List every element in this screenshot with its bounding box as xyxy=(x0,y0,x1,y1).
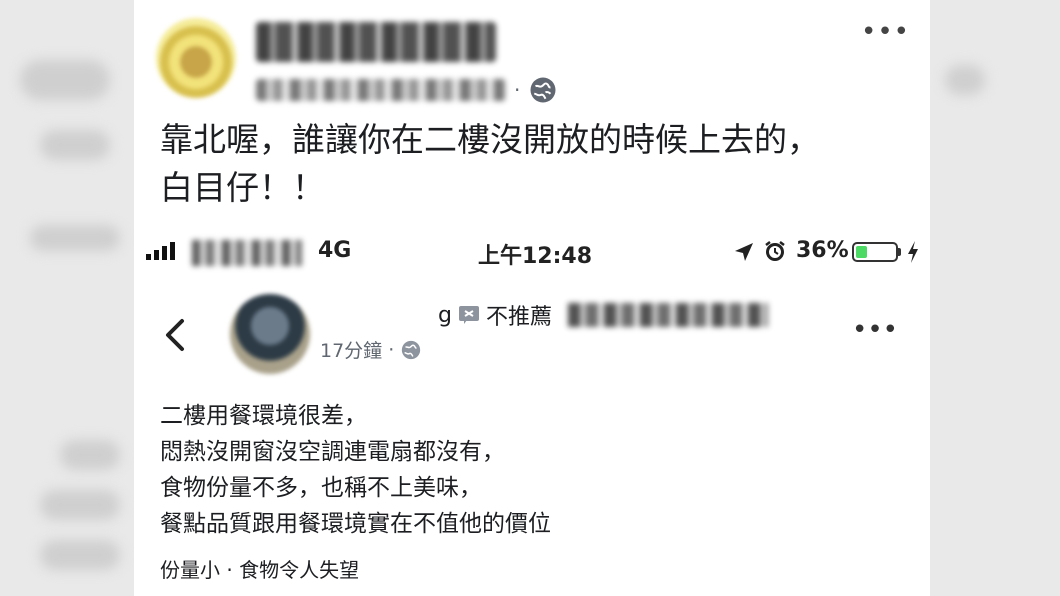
network-type: 4G xyxy=(318,238,352,263)
signal-strength-icon xyxy=(146,242,175,260)
status-bar: 4G 上午12:48 36% xyxy=(134,232,930,272)
location-arrow-icon xyxy=(735,243,753,261)
charging-bolt-icon xyxy=(908,241,918,263)
status-time: 上午12:48 xyxy=(478,244,593,269)
not-recommend-icon xyxy=(458,306,479,324)
globe-icon xyxy=(402,340,421,359)
more-options-button[interactable]: ••• xyxy=(852,317,898,343)
back-arrow-icon[interactable] xyxy=(162,318,188,352)
meta-separator: · xyxy=(388,338,395,361)
blurred-timestamp[interactable] xyxy=(256,79,506,101)
reviewer-name-fragment[interactable]: g xyxy=(438,303,452,328)
avatar[interactable] xyxy=(156,18,236,98)
alarm-icon xyxy=(765,241,785,261)
post-meta: · xyxy=(256,72,558,108)
battery-nub xyxy=(898,248,901,256)
post-text-line: 靠北喔，誰讓你在二樓沒開放的時候上去的， xyxy=(160,120,820,159)
more-options-button[interactable]: ••• xyxy=(861,19,910,45)
review-time[interactable]: 17分鐘 xyxy=(320,336,382,363)
review-tags: 份量小 · 食物令人失望 xyxy=(160,558,360,582)
review-line: 食物份量不多，也稱不上美味， xyxy=(160,475,482,501)
battery-icon xyxy=(852,242,898,262)
screenshot-composite: · ••• 靠北喔，誰讓你在二樓沒開放的時候上去的， 白目仔！！ 4G 上午12… xyxy=(134,0,930,596)
post-text-line: 白目仔！！ xyxy=(160,168,325,207)
review-meta: 17分鐘 · xyxy=(320,336,422,363)
reviewer-avatar[interactable] xyxy=(230,294,310,374)
blurred-username[interactable] xyxy=(256,22,496,62)
battery-percent: 36% xyxy=(796,238,849,263)
review-line: 二樓用餐環境很差， xyxy=(160,403,367,429)
review-header: g 不推薦 xyxy=(320,298,768,332)
review-line: 餐點品質跟用餐環境實在不值他的價位 xyxy=(160,511,551,537)
post-body: 靠北喔，誰讓你在二樓沒開放的時候上去的， 白目仔！！ xyxy=(160,116,900,212)
facebook-post: · ••• 靠北喔，誰讓你在二樓沒開放的時候上去的， 白目仔！！ xyxy=(134,0,930,230)
blurred-page-name[interactable] xyxy=(567,303,768,327)
review-body: 二樓用餐環境很差， 悶熱沒開窗沒空調連電扇都沒有， 食物份量不多，也稱不上美味，… xyxy=(160,398,900,542)
recommendation-label: 不推薦 xyxy=(485,305,552,330)
battery-level xyxy=(856,246,868,258)
embedded-phone-screenshot: 4G 上午12:48 36% g 不推薦 17分鐘 · ••• 二樓用餐環境很差… xyxy=(134,232,930,596)
review-line: 悶熱沒開窗沒空調連電扇都沒有， xyxy=(160,439,505,465)
blurred-carrier xyxy=(192,240,302,266)
meta-separator: · xyxy=(514,78,521,102)
globe-icon xyxy=(530,77,556,103)
